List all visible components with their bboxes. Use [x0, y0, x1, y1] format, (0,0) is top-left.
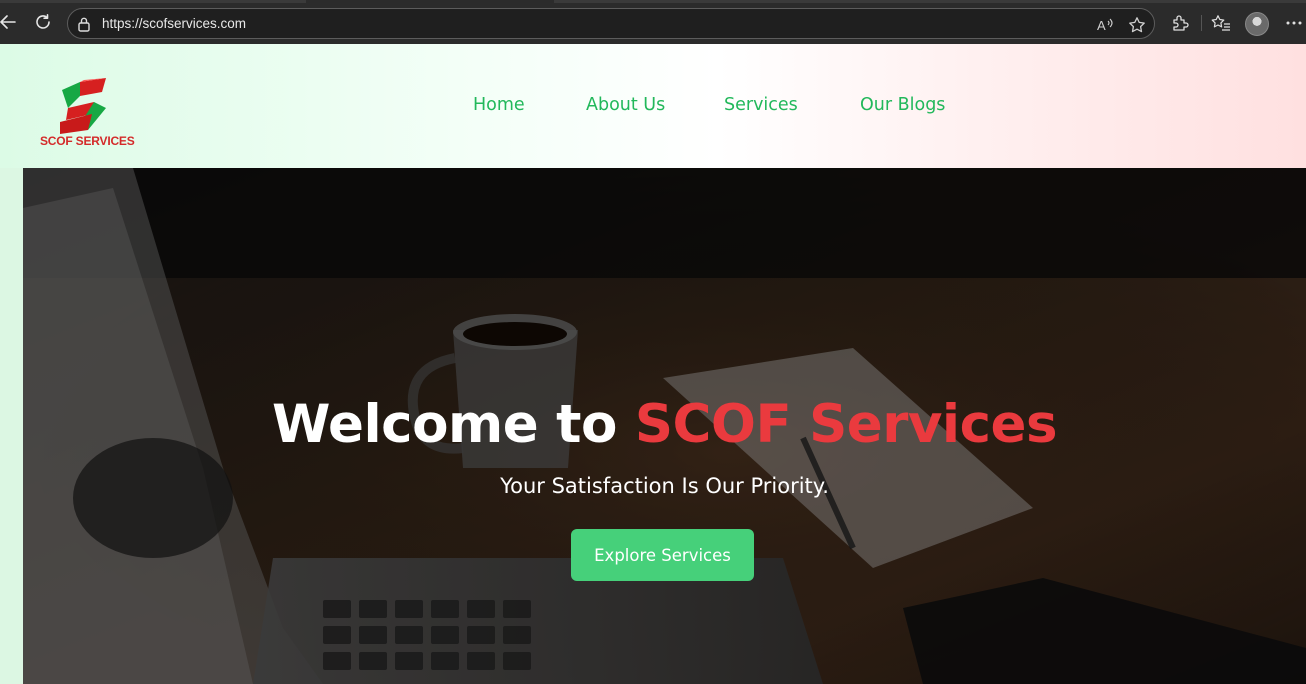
hero-title: Welcome to SCOF Services: [23, 394, 1306, 455]
address-bar[interactable]: https://scofservices.com A: [67, 8, 1155, 39]
hero-title-accent: SCOF Services: [634, 394, 1058, 455]
explore-services-button[interactable]: Explore Services: [571, 529, 754, 581]
refresh-icon[interactable]: [31, 10, 55, 34]
back-arrow-icon[interactable]: [0, 10, 20, 34]
tab-edge: [0, 0, 306, 3]
site-header: SCOF SERVICES Home About Us Services Our…: [0, 44, 1306, 168]
more-menu-icon[interactable]: [1283, 12, 1305, 34]
nav-services[interactable]: Services: [724, 95, 798, 115]
tab-edge: [554, 0, 1306, 3]
svg-text:A: A: [1097, 18, 1106, 33]
nav-about-us[interactable]: About Us: [586, 95, 665, 115]
hero-title-prefix: Welcome to: [271, 394, 617, 455]
site-logo[interactable]: SCOF SERVICES: [36, 78, 135, 152]
logo-text: SCOF SERVICES: [40, 134, 135, 148]
profile-avatar[interactable]: [1245, 12, 1269, 36]
lock-icon[interactable]: [77, 16, 91, 37]
favorites-list-icon[interactable]: [1210, 12, 1232, 34]
web-page: SCOF SERVICES Home About Us Services Our…: [0, 44, 1306, 684]
hero-subtitle: Your Satisfaction Is Our Priority.: [500, 474, 829, 498]
read-aloud-icon[interactable]: A: [1095, 15, 1115, 35]
logo-s-mark-icon: [60, 78, 106, 134]
favorite-star-icon[interactable]: [1127, 15, 1147, 35]
browser-toolbar: https://scofservices.com A: [0, 0, 1306, 44]
hero-section: Welcome to SCOF Services Your Satisfacti…: [23, 168, 1306, 684]
tab-strip-edge: [0, 0, 1306, 3]
extensions-icon[interactable]: [1169, 12, 1191, 34]
nav-our-blogs[interactable]: Our Blogs: [860, 95, 945, 115]
toolbar-separator: [1201, 15, 1202, 31]
nav-home[interactable]: Home: [473, 95, 525, 115]
url-text[interactable]: https://scofservices.com: [102, 16, 246, 31]
